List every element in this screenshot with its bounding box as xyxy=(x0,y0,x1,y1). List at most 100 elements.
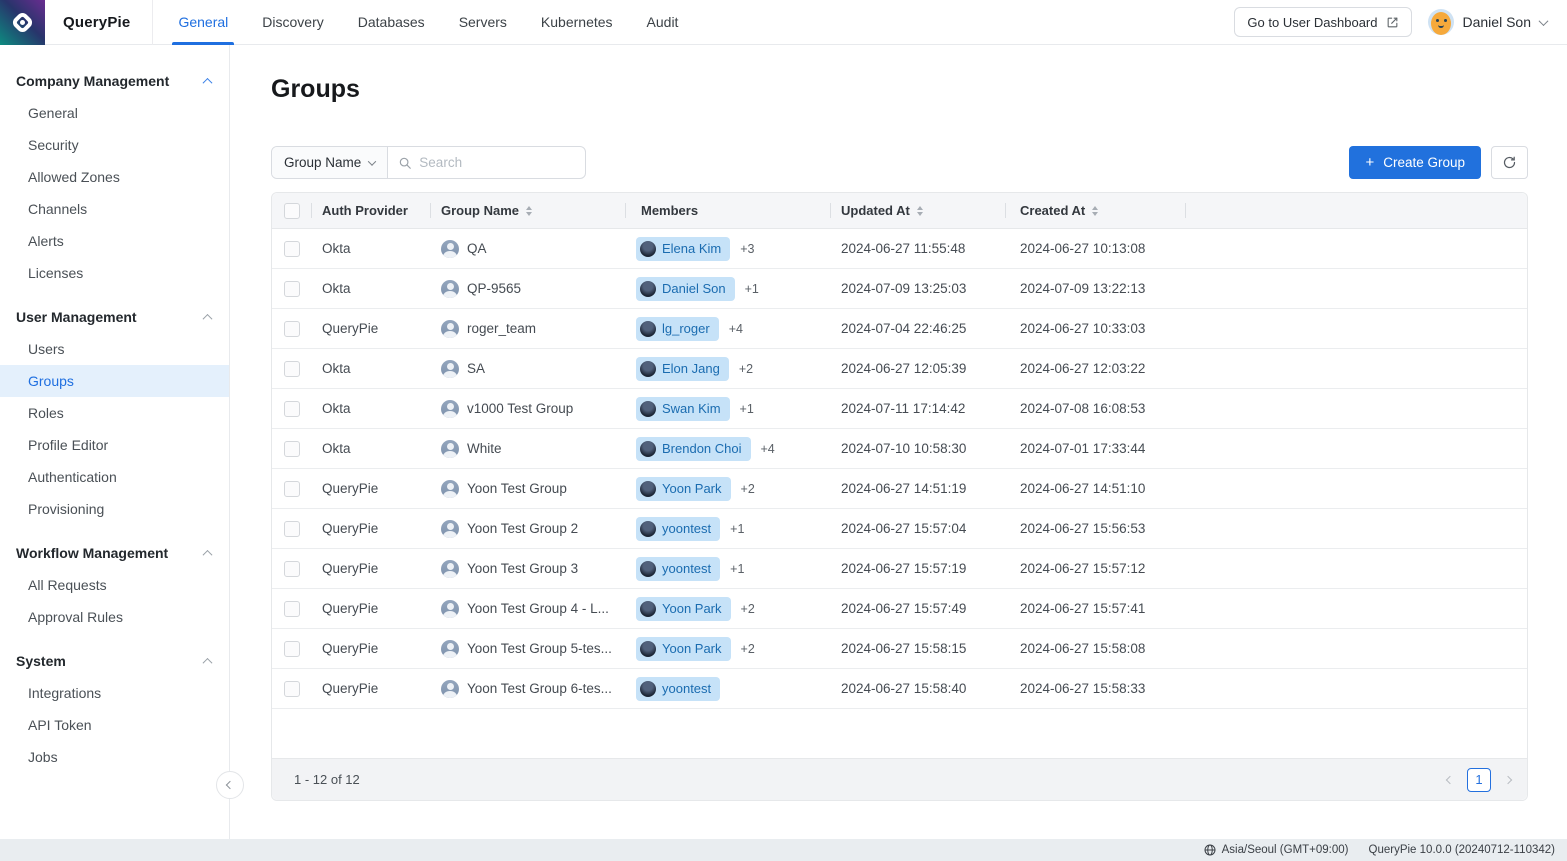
refresh-button[interactable] xyxy=(1491,146,1528,179)
header-group-name[interactable]: Group Name xyxy=(431,193,626,228)
user-menu[interactable]: Daniel Son xyxy=(1428,9,1548,35)
tab-servers[interactable]: Servers xyxy=(442,0,524,45)
page-number-button[interactable]: 1 xyxy=(1467,768,1491,792)
auth-provider-cell: Okta xyxy=(312,429,431,468)
filler-cell xyxy=(1186,269,1527,308)
table-row[interactable]: Okta QA Elena Kim +3 2024-06-27 11:55:48… xyxy=(272,229,1527,269)
member-badge[interactable]: Elon Jang xyxy=(636,357,729,381)
group-name-cell: Yoon Test Group 6-tes... xyxy=(431,669,626,708)
next-page-button[interactable] xyxy=(1505,777,1511,783)
tab-kubernetes[interactable]: Kubernetes xyxy=(524,0,630,45)
updated-at-cell: 2024-06-27 15:57:04 xyxy=(831,509,1006,548)
create-group-button[interactable]: + Create Group xyxy=(1349,146,1481,179)
sidebar-item-provisioning[interactable]: Provisioning xyxy=(0,493,229,525)
tab-discovery[interactable]: Discovery xyxy=(245,0,340,45)
sidebar-item-licenses[interactable]: Licenses xyxy=(0,257,229,289)
group-avatar-icon xyxy=(441,280,459,298)
page-title: Groups xyxy=(271,75,360,104)
more-members-count: +1 xyxy=(745,282,759,296)
search-input[interactable] xyxy=(419,155,575,170)
select-all-checkbox[interactable] xyxy=(284,203,300,219)
sidebar-item-general[interactable]: General xyxy=(0,97,229,129)
sidebar-item-groups[interactable]: Groups xyxy=(0,365,229,397)
sidebar-item-profile-editor[interactable]: Profile Editor xyxy=(0,429,229,461)
main-content: Groups Group Name + Create Group xyxy=(231,45,1567,839)
sidebar-item-jobs[interactable]: Jobs xyxy=(0,741,229,773)
sort-icon xyxy=(526,206,532,216)
row-checkbox[interactable] xyxy=(284,321,300,337)
sidebar-item-api-token[interactable]: API Token xyxy=(0,709,229,741)
member-badge[interactable]: Yoon Park xyxy=(636,597,731,621)
member-badge[interactable]: lg_roger xyxy=(636,317,719,341)
sidebar-item-integrations[interactable]: Integrations xyxy=(0,677,229,709)
table-row[interactable]: QueryPie Yoon Test Group 3 yoontest +1 2… xyxy=(272,549,1527,589)
member-badge[interactable]: yoontest xyxy=(636,557,720,581)
filler-cell xyxy=(1186,669,1527,708)
tab-general[interactable]: General xyxy=(161,0,245,45)
sidebar-item-alerts[interactable]: Alerts xyxy=(0,225,229,257)
row-checkbox[interactable] xyxy=(284,361,300,377)
row-checkbox[interactable] xyxy=(284,561,300,577)
table-row[interactable]: Okta White Brendon Choi +4 2024-07-10 10… xyxy=(272,429,1527,469)
sidebar-item-approval-rules[interactable]: Approval Rules xyxy=(0,601,229,633)
row-checkbox[interactable] xyxy=(284,641,300,657)
group-avatar-icon xyxy=(441,520,459,538)
member-badge[interactable]: Yoon Park xyxy=(636,477,731,501)
sidebar-item-security[interactable]: Security xyxy=(0,129,229,161)
sidebar-section-company-management[interactable]: Company Management xyxy=(0,65,229,97)
row-checkbox-cell xyxy=(272,549,312,588)
member-badge[interactable]: Daniel Son xyxy=(636,277,735,301)
row-checkbox[interactable] xyxy=(284,441,300,457)
member-badge[interactable]: Yoon Park xyxy=(636,637,731,661)
table-row[interactable]: Okta v1000 Test Group Swan Kim +1 2024-0… xyxy=(272,389,1527,429)
member-badge[interactable]: yoontest xyxy=(636,517,720,541)
sidebar-section-system[interactable]: System xyxy=(0,645,229,677)
member-badge[interactable]: Swan Kim xyxy=(636,397,730,421)
table-row[interactable]: QueryPie Yoon Test Group 2 yoontest +1 2… xyxy=(272,509,1527,549)
filter-field-select[interactable]: Group Name xyxy=(272,147,388,178)
created-at-cell: 2024-06-27 15:57:12 xyxy=(1006,549,1186,588)
member-badge[interactable]: Brendon Choi xyxy=(636,437,751,461)
table-row[interactable]: QueryPie Yoon Test Group Yoon Park +2 20… xyxy=(272,469,1527,509)
member-badge[interactable]: yoontest xyxy=(636,677,720,701)
table-row[interactable]: QueryPie Yoon Test Group 6-tes... yoonte… xyxy=(272,669,1527,709)
sidebar-item-authentication[interactable]: Authentication xyxy=(0,461,229,493)
querypie-logo-icon[interactable] xyxy=(0,0,45,45)
go-to-user-dashboard-button[interactable]: Go to User Dashboard xyxy=(1234,7,1411,37)
prev-page-button[interactable] xyxy=(1447,777,1453,783)
table-row[interactable]: QueryPie Yoon Test Group 5-tes... Yoon P… xyxy=(272,629,1527,669)
member-badge[interactable]: Elena Kim xyxy=(636,237,730,261)
table-header-row: Auth Provider Group Name Members Updated… xyxy=(272,193,1527,229)
sidebar-section-workflow-management[interactable]: Workflow Management xyxy=(0,537,229,569)
sidebar-section-user-management[interactable]: User Management xyxy=(0,301,229,333)
row-checkbox[interactable] xyxy=(284,241,300,257)
chevron-up-icon xyxy=(203,313,213,323)
table-row[interactable]: QueryPie Yoon Test Group 4 - L... Yoon P… xyxy=(272,589,1527,629)
member-avatar-icon xyxy=(640,521,656,537)
row-checkbox[interactable] xyxy=(284,521,300,537)
header-updated-at[interactable]: Updated At xyxy=(831,193,1006,228)
sidebar-item-channels[interactable]: Channels xyxy=(0,193,229,225)
sidebar-item-all-requests[interactable]: All Requests xyxy=(0,569,229,601)
sidebar-item-allowed-zones[interactable]: Allowed Zones xyxy=(0,161,229,193)
table-row[interactable]: Okta QP-9565 Daniel Son +1 2024-07-09 13… xyxy=(272,269,1527,309)
tab-audit[interactable]: Audit xyxy=(630,0,696,45)
row-checkbox-cell xyxy=(272,429,312,468)
auth-provider-cell: Okta xyxy=(312,349,431,388)
sidebar-item-roles[interactable]: Roles xyxy=(0,397,229,429)
row-checkbox[interactable] xyxy=(284,281,300,297)
more-members-count: +1 xyxy=(730,522,744,536)
table-row[interactable]: Okta SA Elon Jang +2 2024-06-27 12:05:39… xyxy=(272,349,1527,389)
tab-databases[interactable]: Databases xyxy=(341,0,442,45)
updated-at-cell: 2024-06-27 15:57:19 xyxy=(831,549,1006,588)
table-row[interactable]: QueryPie roger_team lg_roger +4 2024-07-… xyxy=(272,309,1527,349)
row-checkbox[interactable] xyxy=(284,681,300,697)
row-checkbox[interactable] xyxy=(284,481,300,497)
updated-at-cell: 2024-06-27 12:05:39 xyxy=(831,349,1006,388)
sidebar-item-users[interactable]: Users xyxy=(0,333,229,365)
header-created-at[interactable]: Created At xyxy=(1006,193,1186,228)
updated-at-cell: 2024-07-04 22:46:25 xyxy=(831,309,1006,348)
row-checkbox[interactable] xyxy=(284,401,300,417)
row-checkbox[interactable] xyxy=(284,601,300,617)
sidebar-collapse-button[interactable] xyxy=(216,771,244,799)
